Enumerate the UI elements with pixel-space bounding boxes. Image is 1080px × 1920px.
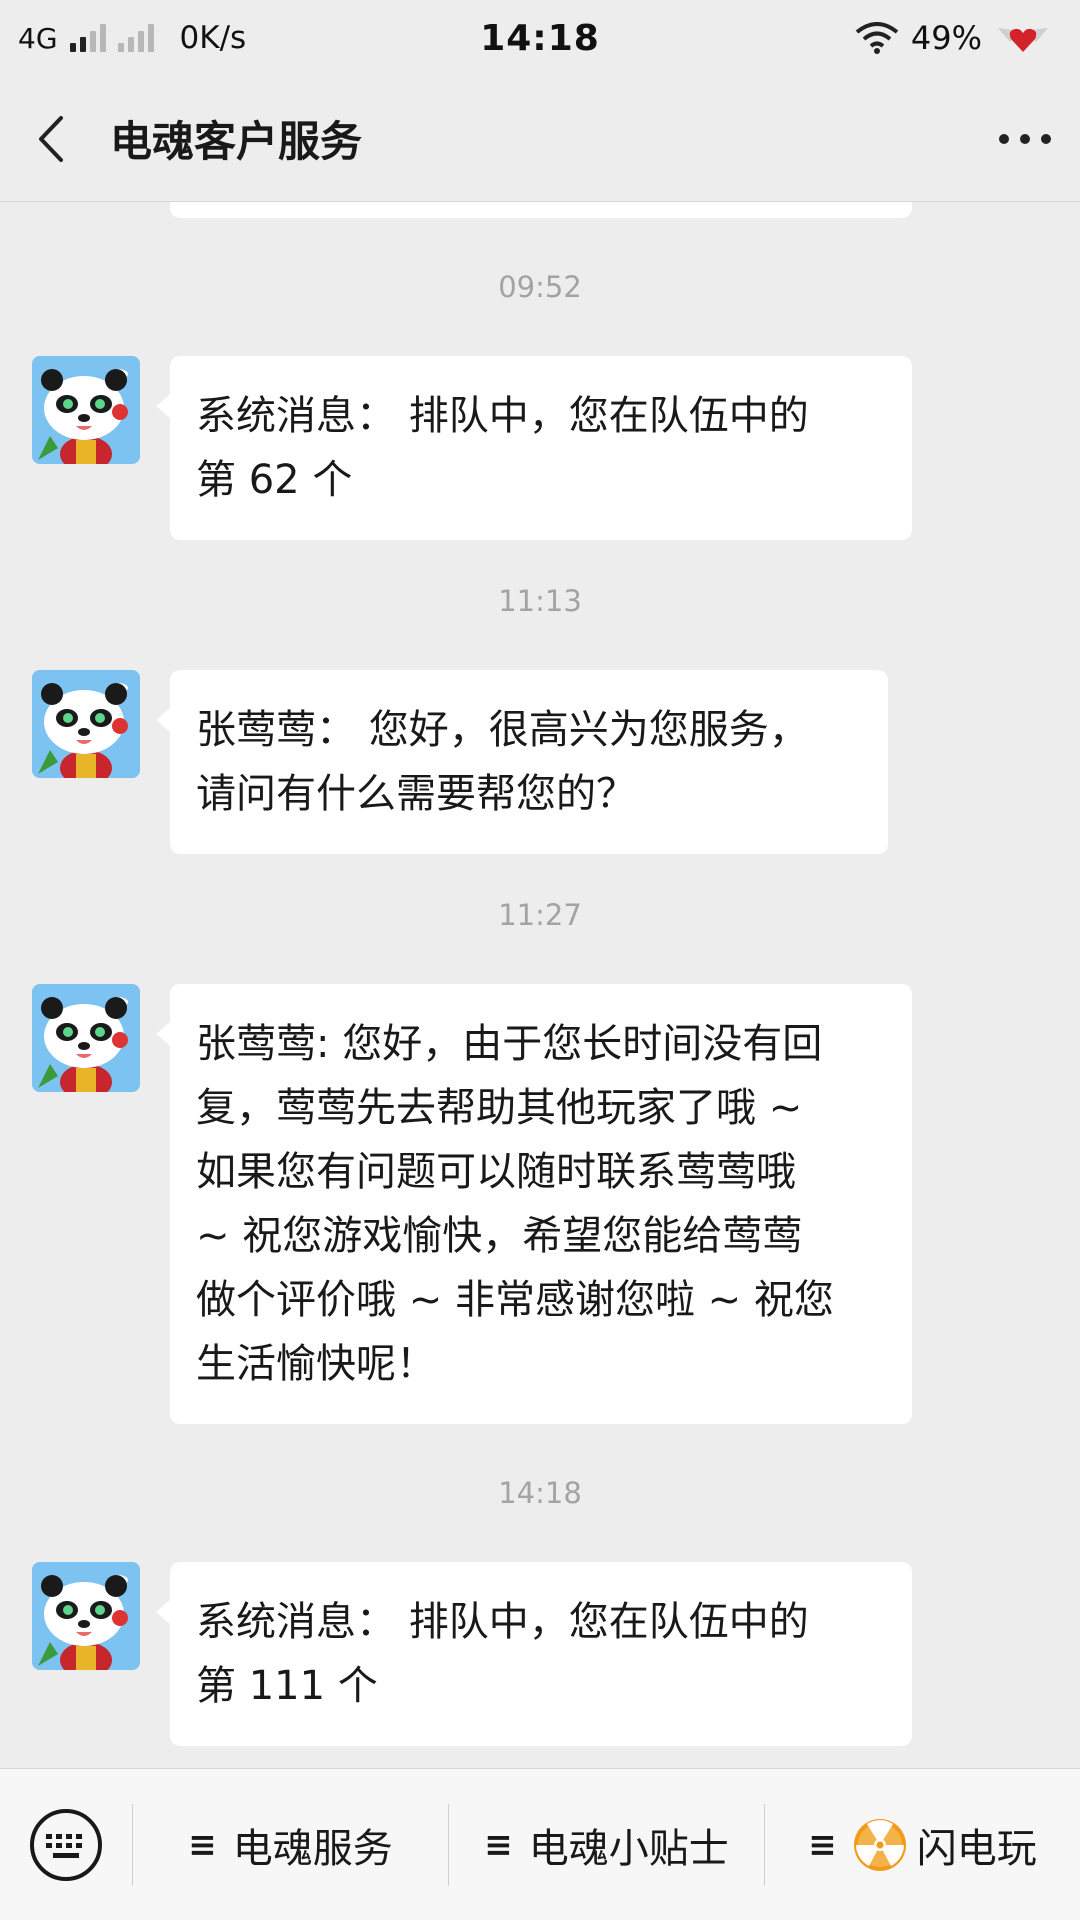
bottom-menu-bar: ≡ 电魂服务 ≡ 电魂小贴士 ≡ 闪电玩 <box>0 1768 1080 1920</box>
avatar[interactable] <box>32 356 140 464</box>
message-line: 第 62 个 <box>196 457 353 503</box>
clock: 14:18 <box>480 17 600 59</box>
message: 张莺莺: 您好，由于您长时间没有回 复，莺莺先去帮助其他玩家了哦 ~ 如果您有问… <box>32 984 912 1424</box>
signal-2-icon <box>117 24 154 52</box>
message-line: 张莺莺： 您好，很高兴为您服务， <box>196 707 809 753</box>
network-speed: 0K/s <box>179 20 247 56</box>
chat-area[interactable]: 09:52 系统消息： 排队中，您在队伍中的 第 62 个 11:13 张莺莺：… <box>0 202 1080 1768</box>
panda-avatar-icon <box>32 984 140 1092</box>
winged-heart-icon <box>998 28 1048 52</box>
keyboard-icon <box>30 1808 102 1881</box>
message-line: 系统消息： 排队中，您在队伍中的 <box>196 1599 809 1645</box>
menu-item-label: 电魂服务 <box>232 1825 393 1872</box>
panda-avatar-icon <box>32 1562 140 1670</box>
message: 系统消息： 排队中，您在队伍中的 第 62 个 <box>32 356 912 540</box>
message-bubble[interactable]: 张莺莺： 您好，很高兴为您服务， 请问有什么需要帮您的？ <box>156 670 888 854</box>
avatar[interactable] <box>32 984 140 1092</box>
message: 张莺莺： 您好，很高兴为您服务， 请问有什么需要帮您的？ <box>32 670 888 854</box>
radiation-icon <box>853 1818 906 1871</box>
menu-item-flash-play[interactable]: ≡ 闪电玩 <box>765 1769 1080 1920</box>
timestamp: 14:18 <box>498 1476 582 1510</box>
menu-list-icon: ≡ <box>484 1824 513 1865</box>
panda-avatar-icon <box>32 356 140 464</box>
back-button[interactable] <box>0 76 100 201</box>
chat-header: 电魂客户服务 <box>0 76 1080 202</box>
menu-list-icon: ≡ <box>188 1824 217 1865</box>
timestamp: 11:13 <box>498 584 582 618</box>
message: 系统消息： 排队中，您在队伍中的 第 111 个 <box>32 1562 912 1746</box>
menu-item-label: 电魂小贴士 <box>528 1825 729 1872</box>
message-line: 做个评价哦 ~ 非常感谢您啦 ~ 祝您 <box>196 1277 834 1323</box>
message-bubble[interactable]: 系统消息： 排队中，您在队伍中的 第 62 个 <box>156 356 912 540</box>
menu-item-dianhun-service[interactable]: ≡ 电魂服务 <box>133 1769 448 1920</box>
menu-list-icon: ≡ <box>808 1824 837 1865</box>
timestamp: 11:27 <box>498 898 582 932</box>
status-right: 49% <box>855 19 1052 57</box>
status-bar: 4G 0K/s 14:18 49% <box>0 0 1080 76</box>
timestamp: 09:52 <box>498 270 582 304</box>
message-line: 生活愉快呢！ <box>196 1341 436 1387</box>
message-line: 第 111 个 <box>196 1663 378 1709</box>
status-left: 4G 0K/s <box>18 20 246 56</box>
network-type: 4G <box>18 21 58 55</box>
battery-level: 49% <box>910 19 982 57</box>
message-bubble[interactable]: 张莺莺: 您好，由于您长时间没有回 复，莺莺先去帮助其他玩家了哦 ~ 如果您有问… <box>156 984 912 1424</box>
message-line: 如果您有问题可以随时联系莺莺哦 <box>196 1149 796 1195</box>
avatar[interactable] <box>32 670 140 778</box>
menu-item-label: 闪电玩 <box>916 1825 1037 1872</box>
avatar[interactable] <box>32 1562 140 1670</box>
more-dots-icon <box>999 133 1051 144</box>
more-button[interactable] <box>970 76 1080 201</box>
panda-avatar-icon <box>32 670 140 778</box>
wifi-icon <box>855 22 899 54</box>
message-line: 张莺莺: 您好，由于您长时间没有回 <box>196 1021 823 1067</box>
menu-item-dianhun-tips[interactable]: ≡ 电魂小贴士 <box>449 1769 764 1920</box>
signal-icon <box>69 24 106 52</box>
keyboard-button[interactable] <box>0 1769 132 1920</box>
page-title: 电魂客户服务 <box>110 117 363 166</box>
message-bubble[interactable]: 系统消息： 排队中，您在队伍中的 第 111 个 <box>156 1562 912 1746</box>
message-line: ~ 祝您游戏愉快，希望您能给莺莺 <box>196 1213 803 1259</box>
previous-message-bubble <box>170 202 912 218</box>
message-line: 系统消息： 排队中，您在队伍中的 <box>196 393 809 439</box>
chevron-left-icon <box>39 115 63 162</box>
message-line: 请问有什么需要帮您的？ <box>196 771 636 817</box>
message-line: 复，莺莺先去帮助其他玩家了哦 ~ <box>196 1085 803 1131</box>
